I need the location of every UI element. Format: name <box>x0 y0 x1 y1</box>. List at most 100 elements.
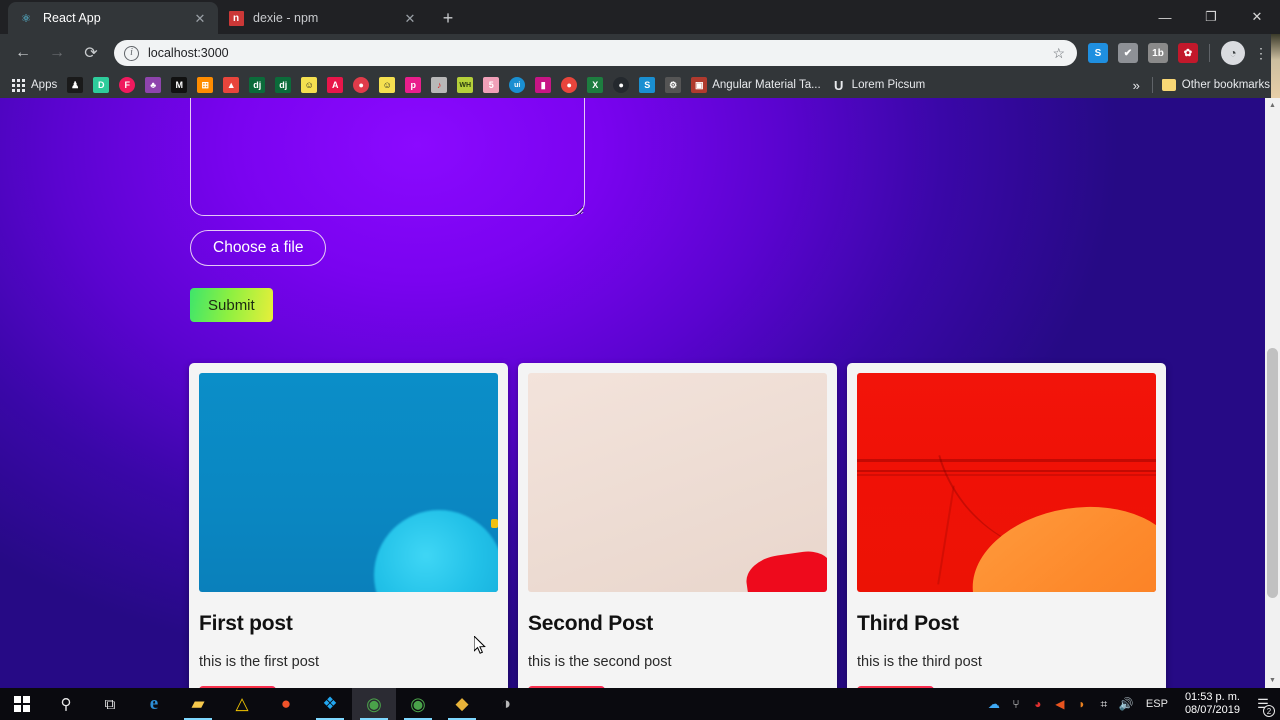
taskbar-app-file-explorer[interactable]: ▰ <box>176 688 220 720</box>
post-image <box>857 373 1156 592</box>
other-bookmarks-folder[interactable]: Other bookmarks <box>1157 75 1274 95</box>
figma-icon: ◆ <box>455 694 469 713</box>
bookmark-label: Angular Material Ta... <box>712 79 821 91</box>
taskbar-app-figma[interactable]: ◆ <box>440 688 484 720</box>
antivirus-tray-icon[interactable]: ◕ <box>1027 688 1049 720</box>
reload-icon[interactable]: ⟳ <box>76 38 106 68</box>
tab-dexie-npm[interactable]: n dexie - npm ✕ <box>218 2 428 34</box>
oneb-extension-icon[interactable]: 1b <box>1148 43 1168 63</box>
vscode-icon: ❖ <box>322 694 338 713</box>
bookmark-item[interactable]: ♟ <box>63 75 87 95</box>
scroll-down-icon[interactable]: ▼ <box>1265 673 1280 688</box>
restore-button[interactable]: ❐ <box>1188 0 1234 34</box>
bookmark-item[interactable]: ⊞ <box>193 75 217 95</box>
bookmark-lorem-picsum[interactable]: U Lorem Picsum <box>827 75 930 95</box>
bookmark-favicon: ▣ <box>691 77 708 93</box>
bookmark-item[interactable]: A <box>323 75 347 95</box>
clock[interactable]: 01:53 p. m. 08/07/2019 <box>1177 691 1248 717</box>
bookmark-favicon: dj <box>275 77 292 93</box>
task-view-button[interactable]: ⧉ <box>88 688 132 720</box>
dropbox-tray-icon[interactable]: ◗ <box>1071 688 1093 720</box>
bookmark-item[interactable]: S <box>635 75 659 95</box>
post-card: Third Post this is the third post Delete <box>847 363 1166 688</box>
network-tray-icon[interactable]: ⌗ <box>1093 688 1115 720</box>
close-icon[interactable]: ✕ <box>192 10 208 26</box>
scrollbar-thumb[interactable] <box>1267 348 1278 598</box>
bookmark-item[interactable]: ● <box>609 75 633 95</box>
taskbar-app-chrome-canary[interactable]: ◉ <box>352 688 396 720</box>
react-icon: ⚛ <box>21 12 31 25</box>
apps-shortcut[interactable]: Apps <box>6 75 61 95</box>
start-button[interactable] <box>0 688 44 720</box>
taskbar-app-postman[interactable]: ● <box>264 688 308 720</box>
bookmark-angular-material[interactable]: ▣ Angular Material Ta... <box>687 75 824 95</box>
bookmark-item[interactable]: ☺ <box>375 75 399 95</box>
bookmark-item[interactable]: D <box>89 75 113 95</box>
taskbar-app-android-studio[interactable]: △ <box>220 688 264 720</box>
bookmark-item[interactable]: ♪ <box>427 75 451 95</box>
avatar[interactable]: ◔ <box>1221 41 1245 65</box>
chrome-canary-icon: ◉ <box>366 693 382 714</box>
s-extension-icon[interactable]: S <box>1088 43 1108 63</box>
bookmark-item[interactable]: ⚙ <box>661 75 685 95</box>
bookmark-item[interactable]: F <box>115 75 139 95</box>
bookmark-favicon: M <box>171 77 188 93</box>
taskbar-app-edge[interactable]: e <box>132 688 176 720</box>
submit-button[interactable]: Submit <box>190 288 273 322</box>
bookmark-item[interactable]: WH <box>453 75 477 95</box>
site-info-icon[interactable]: i <box>124 45 139 61</box>
close-window-button[interactable]: ✕ <box>1234 0 1280 34</box>
bookmark-favicon: p <box>405 77 422 93</box>
scroll-up-icon[interactable]: ▲ <box>1265 98 1280 113</box>
post-body: this is the third post <box>857 654 982 670</box>
other-bookmarks-label: Other bookmarks <box>1181 79 1270 91</box>
bookmark-item[interactable]: p <box>401 75 425 95</box>
tab-react-app[interactable]: ⚛ React App ✕ <box>8 2 218 34</box>
apps-label: Apps <box>31 79 58 91</box>
url-text[interactable]: localhost:3000 <box>148 46 1052 60</box>
bookmark-item[interactable]: 5 <box>479 75 503 95</box>
post-card: Second Post this is the second post Dele… <box>518 363 837 688</box>
forward-icon[interactable]: → <box>42 38 72 68</box>
windows-logo-icon <box>14 696 30 712</box>
usb-tray-icon[interactable]: ⑂ <box>1005 688 1027 720</box>
language-indicator[interactable]: ESP <box>1137 698 1177 710</box>
page-scrollbar[interactable]: ▲ ▼ <box>1265 98 1280 688</box>
file-explorer-icon: ▰ <box>191 694 205 713</box>
bookmark-item[interactable]: ui <box>505 75 529 95</box>
red-extension-icon[interactable]: ✿ <box>1178 43 1198 63</box>
shield-extension-icon[interactable]: ✔ <box>1118 43 1138 63</box>
post-content-textarea[interactable] <box>190 98 585 216</box>
bookmark-item[interactable]: ▲ <box>219 75 243 95</box>
bookmark-item[interactable]: dj <box>245 75 269 95</box>
window-controls: — ❐ ✕ <box>1142 0 1280 34</box>
apps-grid-icon <box>10 77 26 93</box>
taskbar-app-chrome[interactable]: ◉ <box>396 688 440 720</box>
bookmark-favicon: ♪ <box>431 77 448 93</box>
close-icon[interactable]: ✕ <box>402 10 418 26</box>
bookmark-item[interactable]: ● <box>557 75 581 95</box>
tab-title: dexie - npm <box>253 11 319 25</box>
bookmark-item[interactable]: M <box>167 75 191 95</box>
volume-arrow-tray-icon[interactable]: ◀ <box>1049 688 1071 720</box>
taskbar-app-obs[interactable]: ◑ <box>484 688 528 720</box>
bookmark-item[interactable]: ☺ <box>297 75 321 95</box>
bookmark-item[interactable]: ▮ <box>531 75 555 95</box>
taskbar-app-vscode[interactable]: ❖ <box>308 688 352 720</box>
address-bar[interactable]: i localhost:3000 ☆ <box>114 40 1077 66</box>
bookmark-star-icon[interactable]: ☆ <box>1052 45 1067 62</box>
back-icon[interactable]: ← <box>8 38 38 68</box>
bookmark-item[interactable]: ♣ <box>141 75 165 95</box>
react-app-page: Choose a file Submit First post this is … <box>0 98 1265 688</box>
bookmark-item[interactable]: ● <box>349 75 373 95</box>
notification-center-button[interactable]: ☰ 2 <box>1248 688 1278 720</box>
search-taskbar-button[interactable]: ⚲ <box>44 688 88 720</box>
bookmark-item[interactable]: dj <box>271 75 295 95</box>
minimize-button[interactable]: — <box>1142 0 1188 34</box>
choose-file-button[interactable]: Choose a file <box>190 230 327 266</box>
new-tab-button[interactable]: + <box>434 4 462 32</box>
bookmarks-overflow-icon[interactable]: » <box>1125 78 1148 93</box>
onedrive-tray-icon[interactable]: ☁ <box>983 688 1005 720</box>
bookmark-item[interactable]: X <box>583 75 607 95</box>
speaker-tray-icon[interactable]: 🔊 <box>1115 688 1137 720</box>
